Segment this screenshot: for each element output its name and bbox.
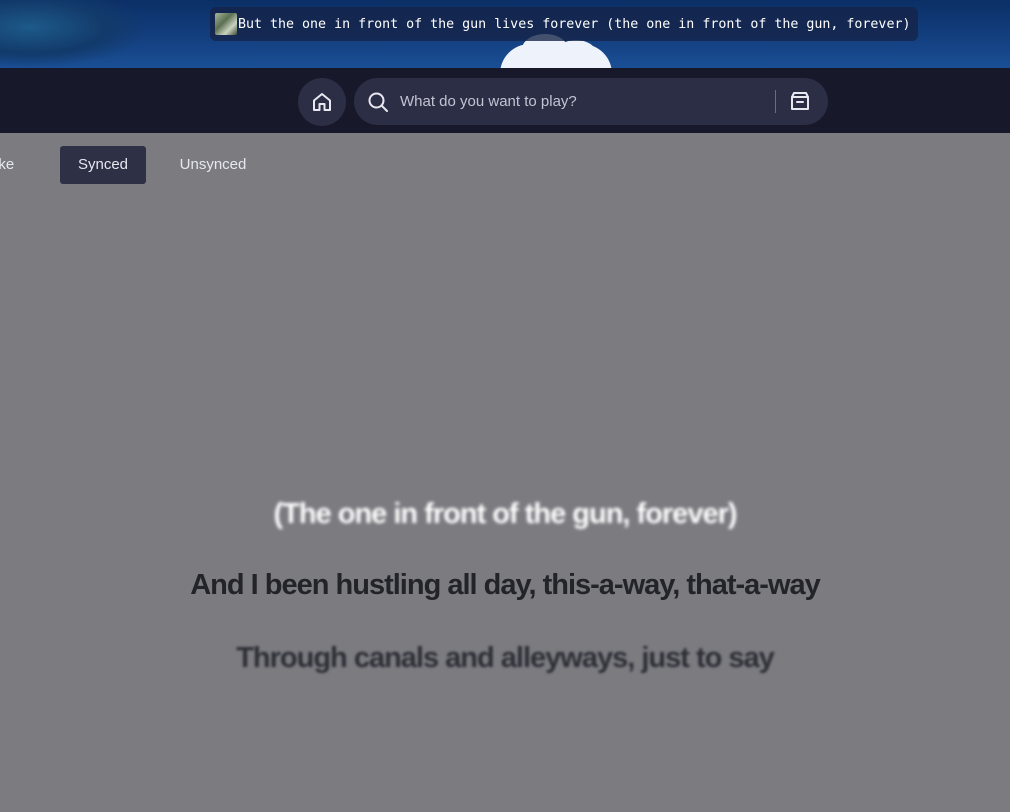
tab-synced[interactable]: Synced bbox=[60, 146, 146, 184]
browse-icon[interactable] bbox=[787, 88, 813, 114]
wallpaper-foliage bbox=[0, 0, 150, 68]
app-header bbox=[0, 68, 1010, 133]
now-playing-lyric-text: But the one in front of the gun lives fo… bbox=[238, 16, 911, 32]
home-icon bbox=[313, 93, 331, 111]
home-button[interactable] bbox=[298, 78, 346, 126]
wallpaper-cloud bbox=[500, 34, 612, 68]
album-art-thumbnail bbox=[215, 13, 237, 35]
lyrics-mode-tabs: oke Synced Unsynced bbox=[0, 146, 400, 184]
search-divider bbox=[775, 90, 776, 113]
tab-unsynced[interactable]: Unsynced bbox=[163, 146, 263, 184]
tab-karaoke[interactable]: oke bbox=[0, 146, 40, 184]
lyric-line-current[interactable]: And I been hustling all day, this-a-way,… bbox=[0, 569, 1010, 602]
search-icon bbox=[368, 92, 388, 112]
lyric-line-next[interactable]: Through canals and alleyways, just to sa… bbox=[0, 642, 1010, 675]
search-input[interactable] bbox=[400, 89, 710, 113]
search-bar[interactable] bbox=[354, 78, 828, 125]
now-playing-overlay: But the one in front of the gun lives fo… bbox=[210, 7, 918, 41]
lyric-line-previous[interactable]: (The one in front of the gun, forever) bbox=[0, 498, 1010, 531]
